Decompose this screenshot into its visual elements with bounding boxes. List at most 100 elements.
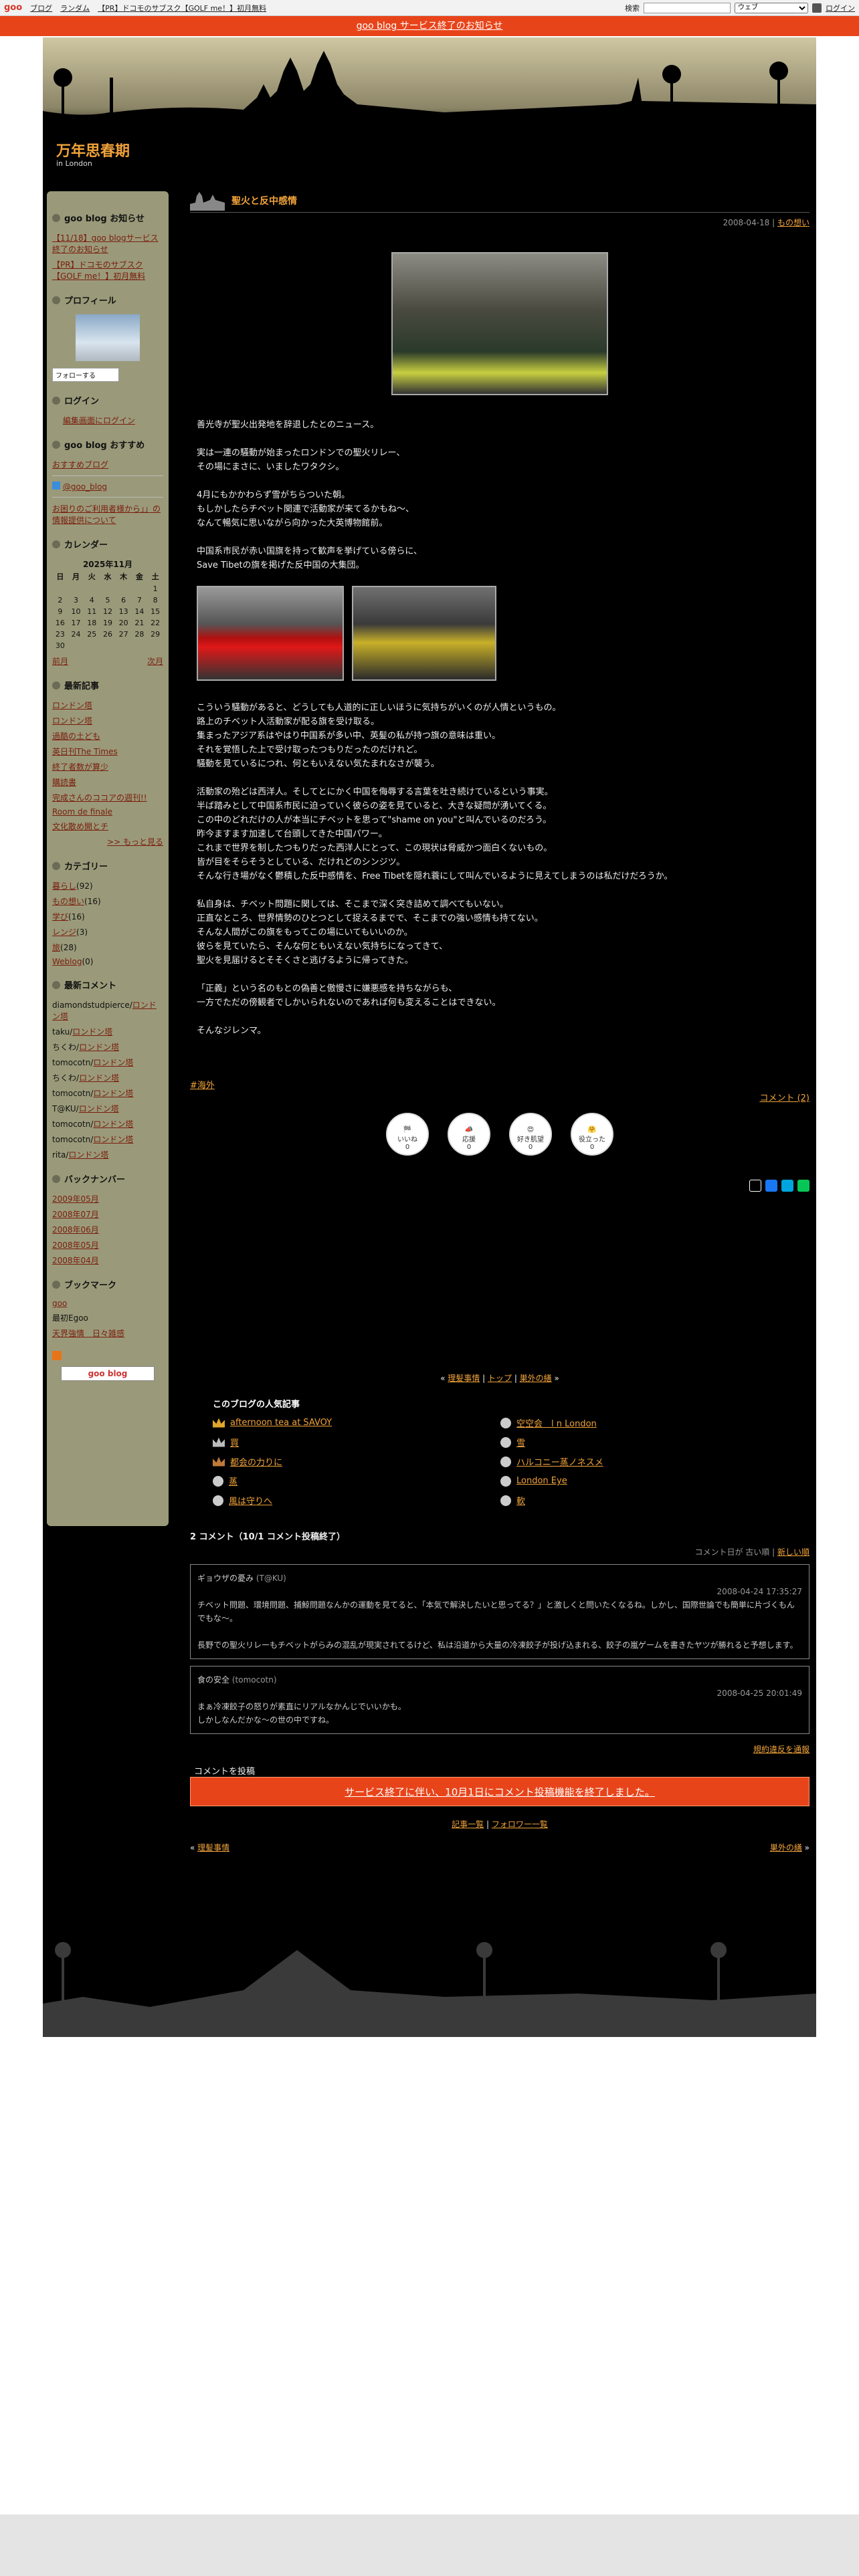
recommend-link[interactable]: おすすめブログ bbox=[52, 460, 108, 469]
recent-more-link[interactable]: >> もっと見る bbox=[107, 837, 163, 847]
recent-link[interactable]: 文化散め開とチ bbox=[52, 822, 108, 831]
category-link[interactable]: 旅 bbox=[52, 943, 60, 952]
popular-post-link[interactable]: 買 bbox=[230, 1436, 239, 1448]
backnumber-link[interactable]: 2008年05月 bbox=[52, 1241, 99, 1250]
topbar-link-blog[interactable]: ブログ bbox=[30, 3, 52, 13]
comment-post-link[interactable]: ロンドン塔 bbox=[93, 1089, 133, 1098]
edit-login-link[interactable]: 編集画面にログイン bbox=[63, 416, 135, 425]
post-photo-crowd[interactable] bbox=[352, 586, 496, 681]
sidebar-heading-bookmark: ブックマーク bbox=[52, 1278, 163, 1291]
reaction-nice-button[interactable]: 🏁 いいね 0 bbox=[386, 1113, 429, 1156]
category-link[interactable]: もの想い bbox=[52, 897, 84, 906]
topbar-link-random[interactable]: ランダム bbox=[60, 3, 90, 13]
x-share-icon[interactable] bbox=[749, 1180, 761, 1192]
backnumber-link[interactable]: 2008年06月 bbox=[52, 1225, 99, 1235]
sidebar-heading-category: カテゴリー bbox=[52, 859, 163, 872]
line-share-icon[interactable] bbox=[797, 1180, 809, 1192]
follow-button[interactable]: フォローする bbox=[52, 368, 119, 382]
reaction-useful-button[interactable]: 🤗 役立った 0 bbox=[571, 1113, 613, 1156]
report-link[interactable]: 規約違反を通報 bbox=[753, 1745, 809, 1754]
recent-link[interactable]: Room de finale bbox=[52, 807, 112, 817]
recent-link[interactable]: 購読書 bbox=[52, 778, 76, 787]
prev-post-link[interactable]: 理髪事情 bbox=[448, 1374, 480, 1383]
recent-link[interactable]: 英日刊The Times bbox=[52, 747, 118, 756]
goo-blog-badge[interactable]: goo blog bbox=[61, 1366, 155, 1381]
comment-post-link[interactable]: ロンドン塔 bbox=[93, 1058, 133, 1067]
post-photo-main[interactable] bbox=[391, 252, 608, 395]
popular-post-link[interactable]: 都会の力りに bbox=[230, 1455, 282, 1468]
reaction-like-button[interactable]: 😍 好き肌望 0 bbox=[509, 1113, 552, 1156]
post-photo-flags[interactable] bbox=[197, 586, 344, 681]
reaction-cheer-button[interactable]: 📣 応援 0 bbox=[448, 1113, 490, 1156]
post-tag-link[interactable]: #海外 bbox=[190, 1081, 215, 1091]
category-link[interactable]: 暮らし bbox=[52, 881, 76, 891]
recent-link[interactable]: ロンドン塔 bbox=[52, 701, 92, 710]
comment-post-link[interactable]: ロンドン塔 bbox=[93, 1119, 133, 1129]
comment-post-link[interactable]: ロンドン塔 bbox=[68, 1150, 108, 1160]
comment-post-link[interactable]: ロンドン塔 bbox=[93, 1135, 133, 1144]
comment-closed-banner[interactable]: サービス終了に伴い、10月1日にコメント投稿機能を終了しました。 bbox=[190, 1777, 809, 1806]
category-link[interactable]: レンジ bbox=[52, 928, 76, 937]
popular-post-link[interactable]: 蒸 bbox=[229, 1475, 237, 1487]
top-bar: goo ブログ ランダム 【PR】ドコモのサブスク【GOLF me！】初月無料 … bbox=[0, 0, 859, 16]
facebook-share-icon[interactable] bbox=[765, 1180, 777, 1192]
calendar-prev[interactable]: 前月 bbox=[52, 655, 68, 667]
rss-icon[interactable] bbox=[52, 1351, 62, 1360]
popular-post-link[interactable]: 空空会 l n London bbox=[516, 1416, 597, 1429]
bottom-prev-link[interactable]: 理髪事情 bbox=[197, 1843, 229, 1852]
backnumber-link[interactable]: 2008年04月 bbox=[52, 1256, 99, 1265]
recent-link[interactable]: 過酷の土ども bbox=[52, 732, 100, 741]
backnumber-link[interactable]: 2009年05月 bbox=[52, 1194, 99, 1204]
search-input[interactable] bbox=[644, 2, 731, 13]
recent-link[interactable]: 完成さんのココアの週刊!! bbox=[52, 793, 147, 802]
search-icon[interactable] bbox=[812, 3, 822, 13]
bookmark-link[interactable]: 天界強情 日々雑感 bbox=[52, 1329, 124, 1338]
recent-link[interactable]: 終了者数が算少 bbox=[52, 762, 108, 772]
next-post-link[interactable]: 巣外の繕 bbox=[520, 1374, 552, 1383]
sidebar-heading-comments: 最新コメント bbox=[52, 978, 163, 991]
notice-link-1[interactable]: 【11/18】goo blogサービス終了のお知らせ bbox=[52, 233, 159, 254]
sort-old-option[interactable]: 古い順 bbox=[745, 1547, 769, 1557]
calendar-next[interactable]: 次月 bbox=[147, 655, 163, 667]
blog-title[interactable]: 万年思春期 bbox=[56, 139, 130, 160]
post-title[interactable]: 聖火と反中感情 bbox=[231, 194, 297, 207]
post-comment-label: コメントを投稿 bbox=[194, 1767, 256, 1777]
sort-new-link[interactable]: 新しい順 bbox=[777, 1547, 809, 1557]
popular-post-link[interactable]: 雪 bbox=[516, 1436, 525, 1448]
comment-post-link[interactable]: ロンドン塔 bbox=[72, 1027, 112, 1037]
post-category-link[interactable]: もの想い bbox=[777, 218, 809, 227]
popular-post-link[interactable]: afternoon tea at SAVOY bbox=[230, 1418, 332, 1428]
trouble-link[interactable]: お困りのご利用者様から」」の情報提供について bbox=[52, 504, 161, 525]
angkor-silhouette-banner bbox=[43, 37, 816, 185]
popular-post-link[interactable]: 軟 bbox=[516, 1494, 525, 1507]
post-header: 聖火と反中感情 bbox=[190, 189, 809, 213]
sidebar-heading-login: ログイン bbox=[52, 394, 163, 407]
category-link[interactable]: 学び bbox=[52, 912, 68, 922]
bookmark-link[interactable]: goo bbox=[52, 1299, 67, 1308]
profile-image[interactable] bbox=[76, 314, 140, 361]
hatena-share-icon[interactable] bbox=[781, 1180, 793, 1192]
comment-post-link[interactable]: ロンドン塔 bbox=[79, 1104, 119, 1113]
comment-post-link[interactable]: ロンドン塔 bbox=[79, 1073, 119, 1083]
service-end-notice[interactable]: goo blog サービス終了のお知らせ bbox=[0, 16, 859, 36]
login-link[interactable]: ログイン bbox=[826, 3, 855, 13]
topbar-link-pr[interactable]: 【PR】ドコモのサブスク【GOLF me！】初月無料 bbox=[98, 3, 266, 13]
popular-post-link[interactable]: ハルコニー蒸ノネスメ bbox=[516, 1455, 603, 1468]
popular-post-link[interactable]: London Eye bbox=[516, 1476, 567, 1486]
top-link[interactable]: トップ bbox=[488, 1374, 512, 1383]
goo-logo[interactable]: goo bbox=[4, 3, 22, 13]
popular-post-link[interactable]: 風は守りへ bbox=[229, 1494, 272, 1507]
recent-link[interactable]: ロンドン塔 bbox=[52, 716, 92, 726]
comment-post-link[interactable]: ロンドン塔 bbox=[79, 1043, 119, 1052]
bronze-crown-icon bbox=[213, 1457, 225, 1467]
backnumber-link[interactable]: 2008年07月 bbox=[52, 1210, 99, 1219]
comment-count-link[interactable]: コメント (2) bbox=[759, 1093, 809, 1103]
search-scope-select[interactable]: ウェブ bbox=[735, 2, 808, 13]
post-nav: « 理髪事情 | トップ | 巣外の繕 » bbox=[440, 1374, 559, 1383]
twitter-link[interactable]: @goo_blog bbox=[63, 482, 107, 492]
bottom-next-link[interactable]: 巣外の繕 bbox=[770, 1843, 802, 1852]
notice-link-2[interactable]: 【PR】ドコモのサブスク【GOLF me！】初月無料 bbox=[52, 260, 145, 281]
category-link[interactable]: Weblog bbox=[52, 957, 82, 966]
article-list-link[interactable]: 記事一覧 bbox=[452, 1820, 484, 1829]
follower-list-link[interactable]: フォロワー一覧 bbox=[492, 1820, 548, 1829]
